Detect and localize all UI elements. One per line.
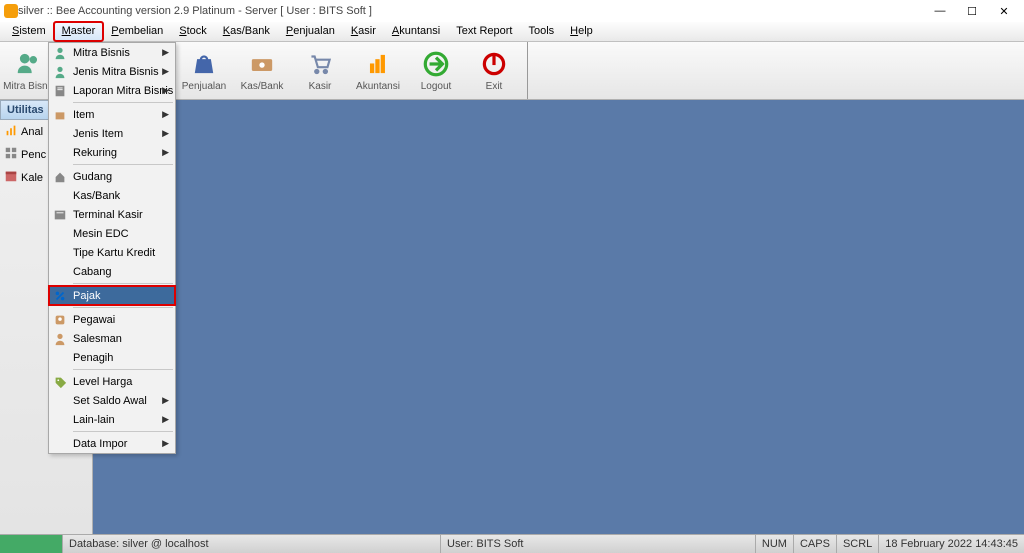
home-icon <box>52 169 68 185</box>
toolbar-exit[interactable]: Exit <box>465 42 523 99</box>
content-area <box>93 100 1024 534</box>
status-database: Database: silver @ localhost <box>62 535 215 553</box>
chevron-right-icon: ▶ <box>162 414 169 425</box>
cal-icon <box>4 169 18 186</box>
menu-item-levelharga[interactable]: Level Harga <box>49 372 175 391</box>
menu-item-gudang[interactable]: Gudang <box>49 167 175 186</box>
chevron-right-icon: ▶ <box>162 85 169 96</box>
menu-tools[interactable]: Tools <box>520 22 562 41</box>
terminal-icon <box>52 207 68 223</box>
report-icon <box>52 83 68 99</box>
toolbar-logout[interactable]: Logout <box>407 42 465 99</box>
tag-icon <box>52 374 68 390</box>
close-button[interactable]: ✕ <box>988 1 1020 21</box>
menu-textreport[interactable]: Text Report <box>448 22 520 41</box>
menu-item-pegawai[interactable]: Pegawai <box>49 310 175 329</box>
status-caps: CAPS <box>793 535 836 553</box>
menu-item-mesinedc[interactable]: Mesin EDC <box>49 224 175 243</box>
menu-item-mitrabisnis[interactable]: Mitra Bisnis▶ <box>49 43 175 62</box>
chevron-right-icon: ▶ <box>162 47 169 58</box>
titlebar: silver :: Bee Accounting version 2.9 Pla… <box>0 0 1024 22</box>
menu-stock[interactable]: Stock <box>171 22 215 41</box>
menu-item-setsaldoawal[interactable]: Set Saldo Awal▶ <box>49 391 175 410</box>
grid-icon <box>4 146 18 163</box>
maximize-button[interactable]: ☐ <box>956 1 988 21</box>
chevron-right-icon: ▶ <box>162 128 169 139</box>
menu-item-rekuring[interactable]: Rekuring▶ <box>49 143 175 162</box>
menu-item-pajak[interactable]: Pajak <box>49 286 175 305</box>
menu-pembelian[interactable]: Pembelian <box>103 22 171 41</box>
menu-item-jenisitem[interactable]: Jenis Item▶ <box>49 124 175 143</box>
menubar: SistemMasterPembelianStockKas/BankPenjua… <box>0 22 1024 42</box>
menu-item-penagih[interactable]: Penagih <box>49 348 175 367</box>
menu-item-salesman[interactable]: Salesman <box>49 329 175 348</box>
menu-sistem[interactable]: Sistem <box>4 22 54 41</box>
menu-akuntansi[interactable]: Akuntansi <box>384 22 448 41</box>
box-icon <box>52 107 68 123</box>
status-scrl: SCRL <box>836 535 878 553</box>
statusbar: Database: silver @ localhost User: BITS … <box>0 534 1024 553</box>
percent-icon <box>52 288 68 304</box>
menu-item-kasbank[interactable]: Kas/Bank <box>49 186 175 205</box>
chevron-right-icon: ▶ <box>162 395 169 406</box>
person-icon <box>52 64 68 80</box>
person-icon <box>52 45 68 61</box>
menu-master[interactable]: Master <box>54 22 104 41</box>
sales-icon <box>52 331 68 347</box>
menu-item-terminalkasir[interactable]: Terminal Kasir <box>49 205 175 224</box>
menu-item-lainlain[interactable]: Lain-lain▶ <box>49 410 175 429</box>
chart-icon <box>363 49 393 79</box>
menu-item-jenismitrabisnis[interactable]: Jenis Mitra Bisnis▶ <box>49 62 175 81</box>
menu-item-laporanmitrabisnis[interactable]: Laporan Mitra Bisnis▶ <box>49 81 175 100</box>
chevron-right-icon: ▶ <box>162 147 169 158</box>
bag-icon <box>189 49 219 79</box>
status-num: NUM <box>755 535 793 553</box>
toolbar-kasbank[interactable]: Kas/Bank <box>233 42 291 99</box>
people-icon <box>14 49 44 79</box>
cart-icon <box>305 49 335 79</box>
menu-item-dataimpor[interactable]: Data Impor▶ <box>49 434 175 453</box>
chart-icon <box>4 123 18 140</box>
status-date: 18 February 2022 14:43:45 <box>878 535 1024 553</box>
minimize-button[interactable]: — <box>924 1 956 21</box>
badge-icon <box>52 312 68 328</box>
power-icon <box>479 49 509 79</box>
window-title: silver :: Bee Accounting version 2.9 Pla… <box>18 5 372 17</box>
master-dropdown-menu: Mitra Bisnis▶Jenis Mitra Bisnis▶Laporan … <box>48 42 176 454</box>
chevron-right-icon: ▶ <box>162 66 169 77</box>
menu-penjualan[interactable]: Penjualan <box>278 22 343 41</box>
menu-item-tipekartukredit[interactable]: Tipe Kartu Kredit <box>49 243 175 262</box>
menu-kasbank[interactable]: Kas/Bank <box>215 22 278 41</box>
app-logo-icon <box>4 4 18 18</box>
status-user: User: BITS Soft <box>440 535 529 553</box>
chevron-right-icon: ▶ <box>162 109 169 120</box>
menu-kasir[interactable]: Kasir <box>343 22 384 41</box>
toolbar-akuntansi[interactable]: Akuntansi <box>349 42 407 99</box>
menu-item-item[interactable]: Item▶ <box>49 105 175 124</box>
money-icon <box>247 49 277 79</box>
menu-help[interactable]: Help <box>562 22 601 41</box>
toolbar-penjualan[interactable]: Penjualan <box>175 42 233 99</box>
chevron-right-icon: ▶ <box>162 438 169 449</box>
logout-icon <box>421 49 451 79</box>
menu-item-cabang[interactable]: Cabang <box>49 262 175 281</box>
toolbar-kasir[interactable]: Kasir <box>291 42 349 99</box>
